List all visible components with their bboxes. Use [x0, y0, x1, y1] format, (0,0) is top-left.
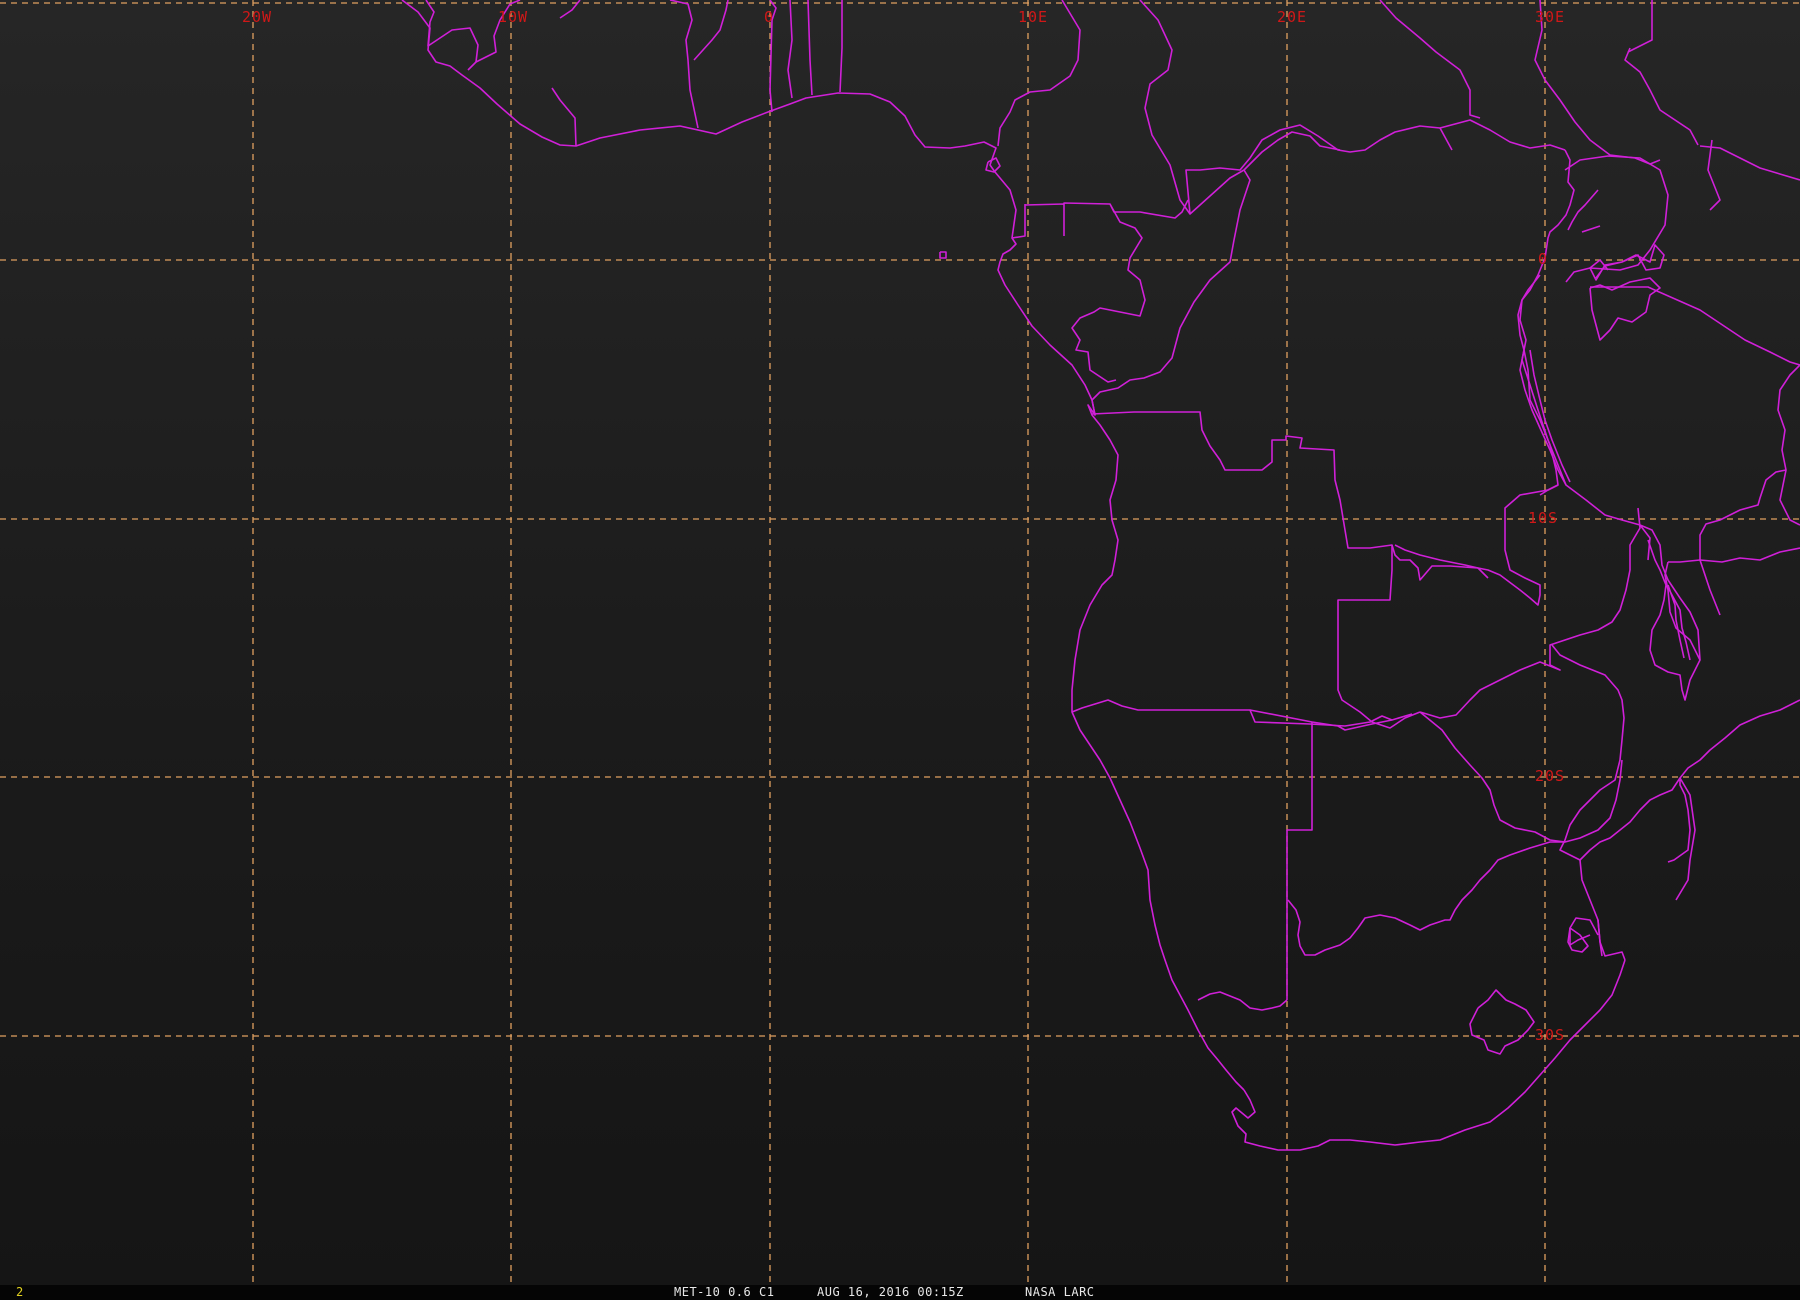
- label-10s: 10S: [1528, 509, 1558, 527]
- label-30e: 30E: [1535, 8, 1565, 26]
- label-20e: 20E: [1277, 8, 1307, 26]
- satellite-background: [0, 0, 1800, 1285]
- label-10w: 10W: [498, 8, 528, 26]
- label-30s: 30S: [1535, 1026, 1565, 1044]
- label-0-lon: 0: [764, 8, 774, 26]
- label-20w: 20W: [242, 8, 272, 26]
- satellite-image-viewport: 20W 10W 0 10E 20E 30E 0 10S 20S 30S 2 ME…: [0, 0, 1800, 1300]
- status-bar: 2 MET-10 0.6 C1 AUG 16, 2016 00:15Z NASA…: [0, 1285, 1800, 1300]
- source-label: NASA LARC: [1025, 1285, 1095, 1299]
- label-10e: 10E: [1018, 8, 1048, 26]
- timestamp-label: AUG 16, 2016 00:15Z: [817, 1285, 964, 1299]
- label-0-lat: 0: [1538, 250, 1548, 268]
- label-20s: 20S: [1535, 767, 1565, 785]
- sensor-label: MET-10 0.6 C1: [674, 1285, 775, 1299]
- map-canvas: 20W 10W 0 10E 20E 30E 0 10S 20S 30S: [0, 0, 1800, 1285]
- frame-number: 2: [16, 1285, 24, 1299]
